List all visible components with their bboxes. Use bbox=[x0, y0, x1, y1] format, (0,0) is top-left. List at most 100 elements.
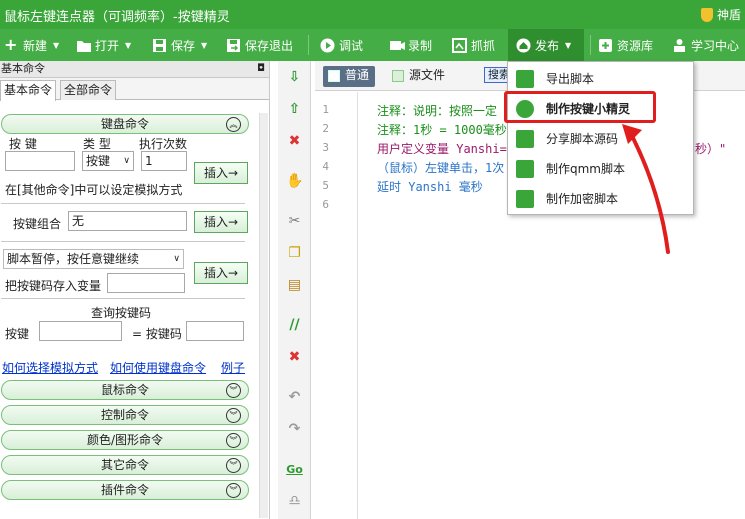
tab-source-label: 源文件 bbox=[409, 68, 446, 82]
tab-basic-commands[interactable]: 基本命令 bbox=[0, 80, 57, 101]
command-panel: 基本命令 ◘ 基本命令 全部命令 键盘命令 ︽ 按 键 类 型 执行次数 按键 … bbox=[0, 61, 270, 519]
comment-icon[interactable]: // bbox=[286, 317, 303, 334]
pause-select[interactable]: 脚本暂停，按任意键继续 ∨ bbox=[3, 249, 184, 269]
open-button[interactable]: 打开 ▼ bbox=[76, 29, 131, 61]
link-keyboard-howto[interactable]: 如何使用键盘命令 bbox=[110, 359, 206, 376]
qmm-icon bbox=[516, 160, 534, 178]
query-code-label: = 按键码 bbox=[132, 327, 182, 341]
save-exit-icon bbox=[226, 38, 241, 53]
shield-icon bbox=[700, 7, 713, 22]
query-code-input[interactable] bbox=[186, 321, 244, 341]
link-simulation-mode[interactable]: 如何选择模拟方式 bbox=[2, 359, 98, 376]
publish-button[interactable]: 发布 ▼ bbox=[508, 29, 584, 61]
save-label: 保存 bbox=[171, 38, 196, 53]
user-name: 神盾 bbox=[716, 8, 741, 22]
plugin-section-header[interactable]: 插件命令 ︾ bbox=[1, 480, 249, 500]
plus-icon: + bbox=[4, 34, 18, 54]
tab-normal-label: 普通 bbox=[345, 68, 370, 82]
menu-item-label: 制作qmm脚本 bbox=[546, 162, 625, 176]
toolbar: + 新建 ▼ 打开 ▼ 保存 ▼ 保存退出 调试 录制 抓抓 发布 ▼ 资源库 学习中心 bbox=[0, 29, 745, 61]
code-line[interactable]: 注释：1秒 = 1000毫秒 bbox=[377, 121, 507, 138]
pin-icon[interactable]: ◘ bbox=[257, 61, 265, 77]
keyboard-section-header[interactable]: 键盘命令 ︽ bbox=[1, 114, 249, 134]
menu-item-label: 导出脚本 bbox=[546, 72, 595, 86]
menu-item-label: 分享脚本源码 bbox=[546, 132, 619, 146]
copy-icon[interactable]: ❐ bbox=[286, 245, 303, 262]
expand-icon[interactable]: ︾ bbox=[226, 483, 241, 498]
expand-icon[interactable]: ︾ bbox=[226, 408, 241, 423]
line-gutter: 1 2 3 4 5 6 bbox=[315, 92, 358, 519]
save-button[interactable]: 保存 ▼ bbox=[152, 29, 207, 61]
count-input[interactable]: 1 bbox=[141, 151, 187, 171]
cut-icon[interactable]: ✂ bbox=[286, 213, 303, 230]
arrow-down-icon[interactable]: ⇩ bbox=[286, 69, 303, 86]
tab-normal[interactable]: 普通 bbox=[323, 66, 376, 87]
store-variable-label: 把按键码存入变量 bbox=[5, 279, 102, 293]
pause-select-value: 脚本暂停，按任意键继续 bbox=[7, 252, 140, 266]
mouse-section-label: 鼠标命令 bbox=[100, 383, 149, 397]
code-line[interactable]: 用户定义变量 Yanshi= bbox=[377, 140, 507, 157]
goto-icon[interactable]: Go bbox=[286, 461, 303, 478]
tab-all-commands[interactable]: 全部命令 bbox=[60, 80, 117, 100]
line-number: 3 bbox=[322, 141, 329, 154]
debug-button[interactable]: 调试 bbox=[320, 29, 363, 61]
code-line[interactable]: 延时 Yanshi 毫秒 bbox=[377, 178, 483, 195]
delete-icon[interactable]: ✖ bbox=[286, 133, 303, 150]
undo-icon[interactable]: ↶ bbox=[286, 389, 303, 406]
share-icon bbox=[516, 130, 534, 148]
play-icon bbox=[320, 38, 335, 53]
lock-icon bbox=[516, 190, 534, 208]
menu-export-script[interactable]: 导出脚本 bbox=[508, 64, 693, 94]
line-number: 2 bbox=[322, 122, 329, 135]
capture-button[interactable]: 抓抓 bbox=[452, 29, 495, 61]
control-section-header[interactable]: 控制命令 ︾ bbox=[1, 405, 249, 425]
variable-input[interactable] bbox=[107, 273, 185, 293]
expand-icon[interactable]: ︾ bbox=[226, 383, 241, 398]
annotation-arrow-icon bbox=[622, 124, 670, 254]
paste-icon[interactable]: ▤ bbox=[286, 277, 303, 294]
uncomment-icon[interactable]: ✖ bbox=[286, 349, 303, 366]
color-section-label: 颜色/图形命令 bbox=[86, 433, 164, 447]
editor-action-bar: ⇩ ⇧ ✖ ✋ ✂ ❐ ▤ // ✖ ↶ ↷ Go ♎ bbox=[278, 61, 311, 519]
insert-key-button[interactable]: 插入→ bbox=[194, 162, 248, 184]
code-line[interactable]: （鼠标）左键单击，1次 bbox=[377, 159, 504, 176]
learning-button[interactable]: 学习中心 bbox=[672, 29, 739, 61]
line-number: 5 bbox=[322, 179, 329, 192]
debug-label: 调试 bbox=[339, 38, 364, 53]
link-example[interactable]: 例子 bbox=[221, 359, 245, 376]
redo-icon[interactable]: ↷ bbox=[286, 421, 303, 438]
code-line[interactable]: 注释：说明：按照一定 bbox=[377, 102, 497, 119]
window-title: 鼠标左键连点器（可调频率）-按键精灵 bbox=[4, 10, 230, 25]
record-button[interactable]: 录制 bbox=[389, 29, 432, 61]
collapse-icon[interactable]: ︽ bbox=[226, 117, 241, 132]
simulation-note: 在[其他命令]中可以设定模拟方式 bbox=[5, 183, 183, 197]
resources-button[interactable]: 资源库 bbox=[598, 29, 653, 61]
open-label: 打开 bbox=[95, 38, 120, 53]
new-button[interactable]: + 新建 ▼ bbox=[4, 29, 59, 61]
tab-source[interactable]: 源文件 bbox=[387, 66, 451, 87]
type-select[interactable]: 按键 ∨ bbox=[82, 151, 134, 171]
hand-icon[interactable]: ✋ bbox=[286, 173, 303, 190]
query-key-input[interactable] bbox=[39, 321, 122, 341]
panel-scrollbar[interactable] bbox=[259, 113, 268, 518]
color-section-header[interactable]: 颜色/图形命令 ︾ bbox=[1, 430, 249, 450]
mouse-section-header[interactable]: 鼠标命令 ︾ bbox=[1, 380, 249, 400]
expand-icon[interactable]: ︾ bbox=[226, 458, 241, 473]
document-icon bbox=[328, 70, 340, 82]
line-number: 1 bbox=[322, 103, 329, 116]
line-number: 4 bbox=[322, 160, 329, 173]
find-icon[interactable]: ♎ bbox=[286, 493, 303, 510]
insert-combo-button[interactable]: 插入→ bbox=[194, 211, 248, 233]
key-input[interactable] bbox=[5, 151, 75, 171]
user-area[interactable]: 神盾 bbox=[700, 6, 741, 23]
combo-input[interactable]: 无 bbox=[68, 211, 187, 231]
query-key-label: 按键 bbox=[5, 327, 30, 341]
expand-icon[interactable]: ︾ bbox=[226, 433, 241, 448]
insert-pause-button[interactable]: 插入→ bbox=[194, 262, 248, 284]
add-box-icon bbox=[598, 38, 613, 53]
arrow-up-icon[interactable]: ⇧ bbox=[286, 101, 303, 118]
save-exit-button[interactable]: 保存退出 bbox=[226, 29, 293, 61]
count-column-label: 执行次数 bbox=[139, 137, 188, 151]
chevron-down-icon: ∨ bbox=[173, 254, 180, 264]
other-section-header[interactable]: 其它命令 ︾ bbox=[1, 455, 249, 475]
